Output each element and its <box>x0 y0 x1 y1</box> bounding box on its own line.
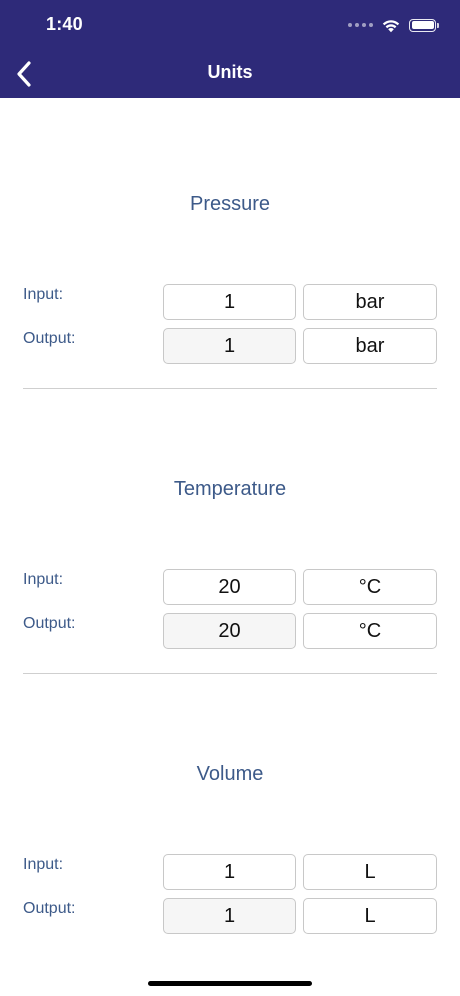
section-title: Temperature <box>173 478 287 500</box>
volume-output-unit-select[interactable]: L <box>303 898 437 934</box>
input-label: Input: <box>23 286 64 303</box>
pressure-output-field: 1 <box>163 328 296 364</box>
pressure-section: Pressure Input: 1 bar Output: 1 bar <box>0 111 460 396</box>
status-icons <box>348 14 439 36</box>
cellular-signal-icon <box>348 23 373 27</box>
section-divider <box>23 388 437 389</box>
temperature-input-field[interactable]: 20 <box>163 569 296 605</box>
volume-input-unit-select[interactable]: L <box>303 854 437 890</box>
input-label: Input: <box>23 856 64 873</box>
pressure-input-field[interactable]: 1 <box>163 284 296 320</box>
pressure-output-unit-select[interactable]: bar <box>303 328 437 364</box>
output-label: Output: <box>23 615 76 632</box>
section-title: Volume <box>196 763 264 785</box>
temperature-output-unit-select[interactable]: °C <box>303 613 437 649</box>
volume-section: Volume Input: 1 L Output: 1 L <box>0 681 460 966</box>
volume-output-field: 1 <box>163 898 296 934</box>
section-divider <box>23 673 437 674</box>
input-label: Input: <box>23 571 64 588</box>
temperature-output-field: 20 <box>163 613 296 649</box>
pressure-input-unit-select[interactable]: bar <box>303 284 437 320</box>
home-indicator[interactable] <box>148 981 312 986</box>
wifi-icon <box>382 20 400 33</box>
volume-input-field[interactable]: 1 <box>163 854 296 890</box>
page-title: Units <box>207 62 253 82</box>
output-label: Output: <box>23 900 76 917</box>
temperature-section: Temperature Input: 20 °C Output: 20 °C <box>0 396 460 681</box>
temperature-input-unit-select[interactable]: °C <box>303 569 437 605</box>
navigation-bar: 1:40 Units <box>0 0 460 98</box>
output-label: Output: <box>23 330 76 347</box>
section-title: Pressure <box>189 193 271 215</box>
status-time: 1:40 <box>46 14 83 34</box>
battery-icon <box>409 18 439 32</box>
